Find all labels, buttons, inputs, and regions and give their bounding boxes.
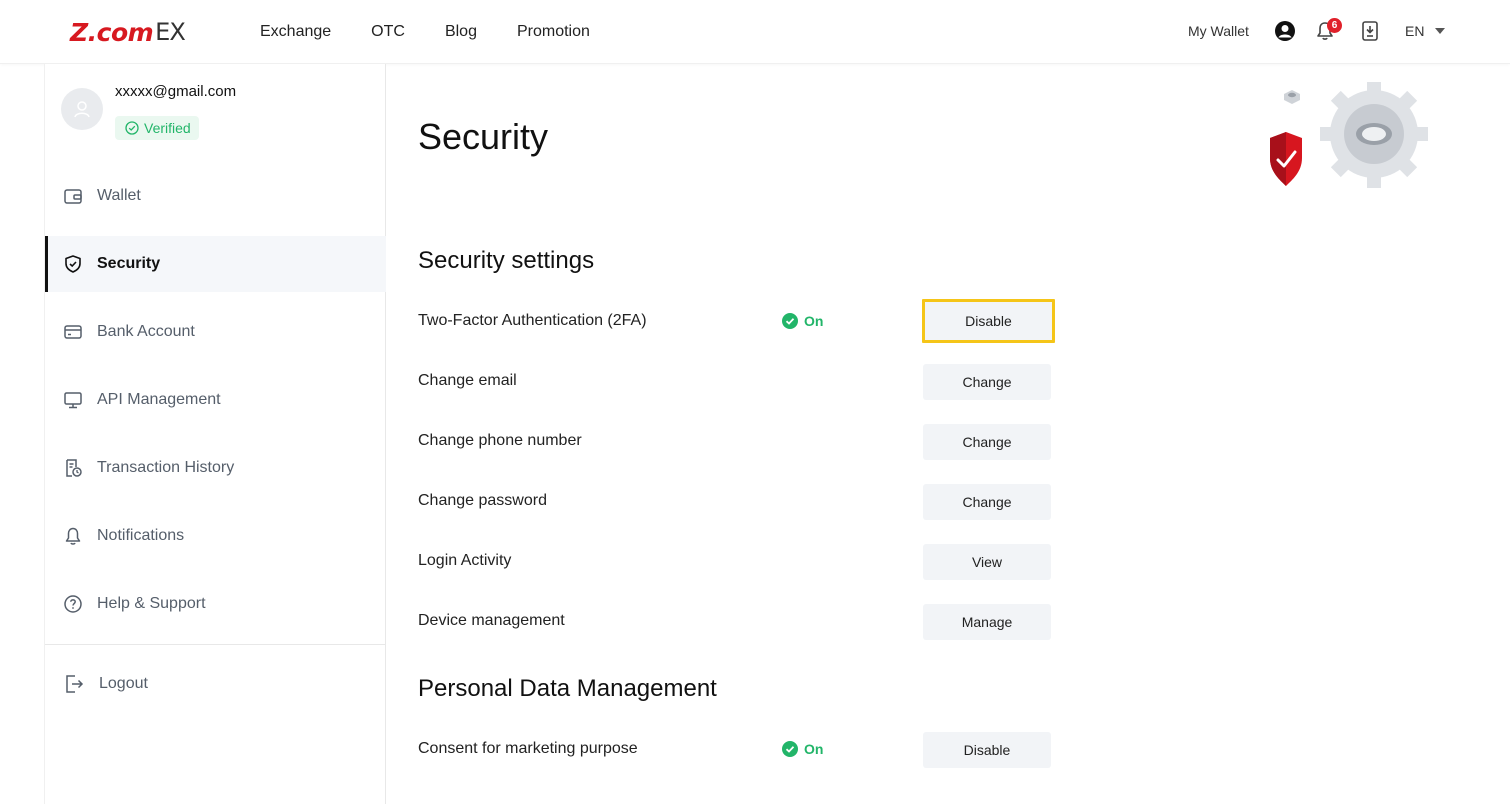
notification-count-badge: 6 <box>1327 18 1342 33</box>
page-title: Security <box>418 116 549 157</box>
zcom-ex-logo[interactable]: Z.com EX <box>70 18 186 47</box>
check-circle-icon <box>782 313 798 329</box>
sidebar-item-logout[interactable]: Logout <box>45 656 386 712</box>
sidebar-item-wallet[interactable]: Wallet <box>45 168 386 224</box>
credit-card-icon <box>64 325 82 339</box>
change-email-button[interactable]: Change <box>923 364 1051 400</box>
user-profile-icon[interactable] <box>1274 20 1296 42</box>
nav-otc[interactable]: OTC <box>371 23 405 41</box>
device-management-label: Device management <box>418 612 565 629</box>
chevron-down-icon[interactable] <box>1435 28 1445 34</box>
sidebar-item-api-management[interactable]: API Management <box>45 372 386 428</box>
user-icon <box>74 101 90 118</box>
bell-icon <box>65 527 81 545</box>
login-activity-label: Login Activity <box>418 552 512 569</box>
sidebar-item-security[interactable]: Security <box>45 236 386 292</box>
main-nav: Exchange OTC Blog Promotion <box>260 0 630 64</box>
check-circle-icon <box>782 741 798 757</box>
check-circle-icon <box>125 121 139 135</box>
receipt-history-icon <box>66 459 82 477</box>
change-email-label: Change email <box>418 372 517 389</box>
shield-icon <box>65 255 81 273</box>
user-email: xxxxx@gmail.com <box>115 83 237 100</box>
nav-exchange[interactable]: Exchange <box>260 23 331 41</box>
avatar <box>61 88 103 130</box>
my-wallet-link[interactable]: My Wallet <box>1188 23 1249 39</box>
change-password-label: Change password <box>418 492 547 509</box>
personal-data-heading: Personal Data Management <box>418 675 717 702</box>
security-gear-shield-illustration <box>1270 82 1428 188</box>
account-sidebar: xxxxx@gmail.com Verified Wallet Security… <box>44 64 386 804</box>
download-app-icon[interactable] <box>1359 20 1381 42</box>
help-circle-icon <box>64 595 82 613</box>
security-settings-heading: Security settings <box>418 247 595 274</box>
change-phone-button[interactable]: Change <box>923 424 1051 460</box>
change-phone-label: Change phone number <box>418 432 582 449</box>
manage-devices-button[interactable]: Manage <box>923 604 1051 640</box>
marketing-consent-status: On <box>782 741 823 757</box>
disable-marketing-consent-button[interactable]: Disable <box>923 732 1051 768</box>
two-factor-status: On <box>782 313 823 329</box>
wallet-icon <box>64 189 82 204</box>
change-password-button[interactable]: Change <box>923 484 1051 520</box>
disable-2fa-button[interactable]: Disable <box>922 299 1055 343</box>
sidebar-item-transaction-history[interactable]: Transaction History <box>45 440 386 496</box>
sidebar-item-notifications[interactable]: Notifications <box>45 508 386 564</box>
logout-icon <box>66 675 84 693</box>
monitor-icon <box>64 392 82 409</box>
marketing-consent-label: Consent for marketing purpose <box>418 740 638 757</box>
sidebar-item-help-support[interactable]: Help & Support <box>45 576 386 632</box>
nav-blog[interactable]: Blog <box>445 23 477 41</box>
two-factor-auth-label: Two-Factor Authentication (2FA) <box>418 312 647 329</box>
verified-badge: Verified <box>115 116 199 140</box>
language-selector[interactable]: EN <box>1405 23 1424 39</box>
nav-promotion[interactable]: Promotion <box>517 23 590 41</box>
sidebar-divider <box>45 644 386 645</box>
sidebar-item-bank-account[interactable]: Bank Account <box>45 304 386 360</box>
view-login-activity-button[interactable]: View <box>923 544 1051 580</box>
top-header: Z.com EX Exchange OTC Blog Promotion My W… <box>0 0 1510 64</box>
